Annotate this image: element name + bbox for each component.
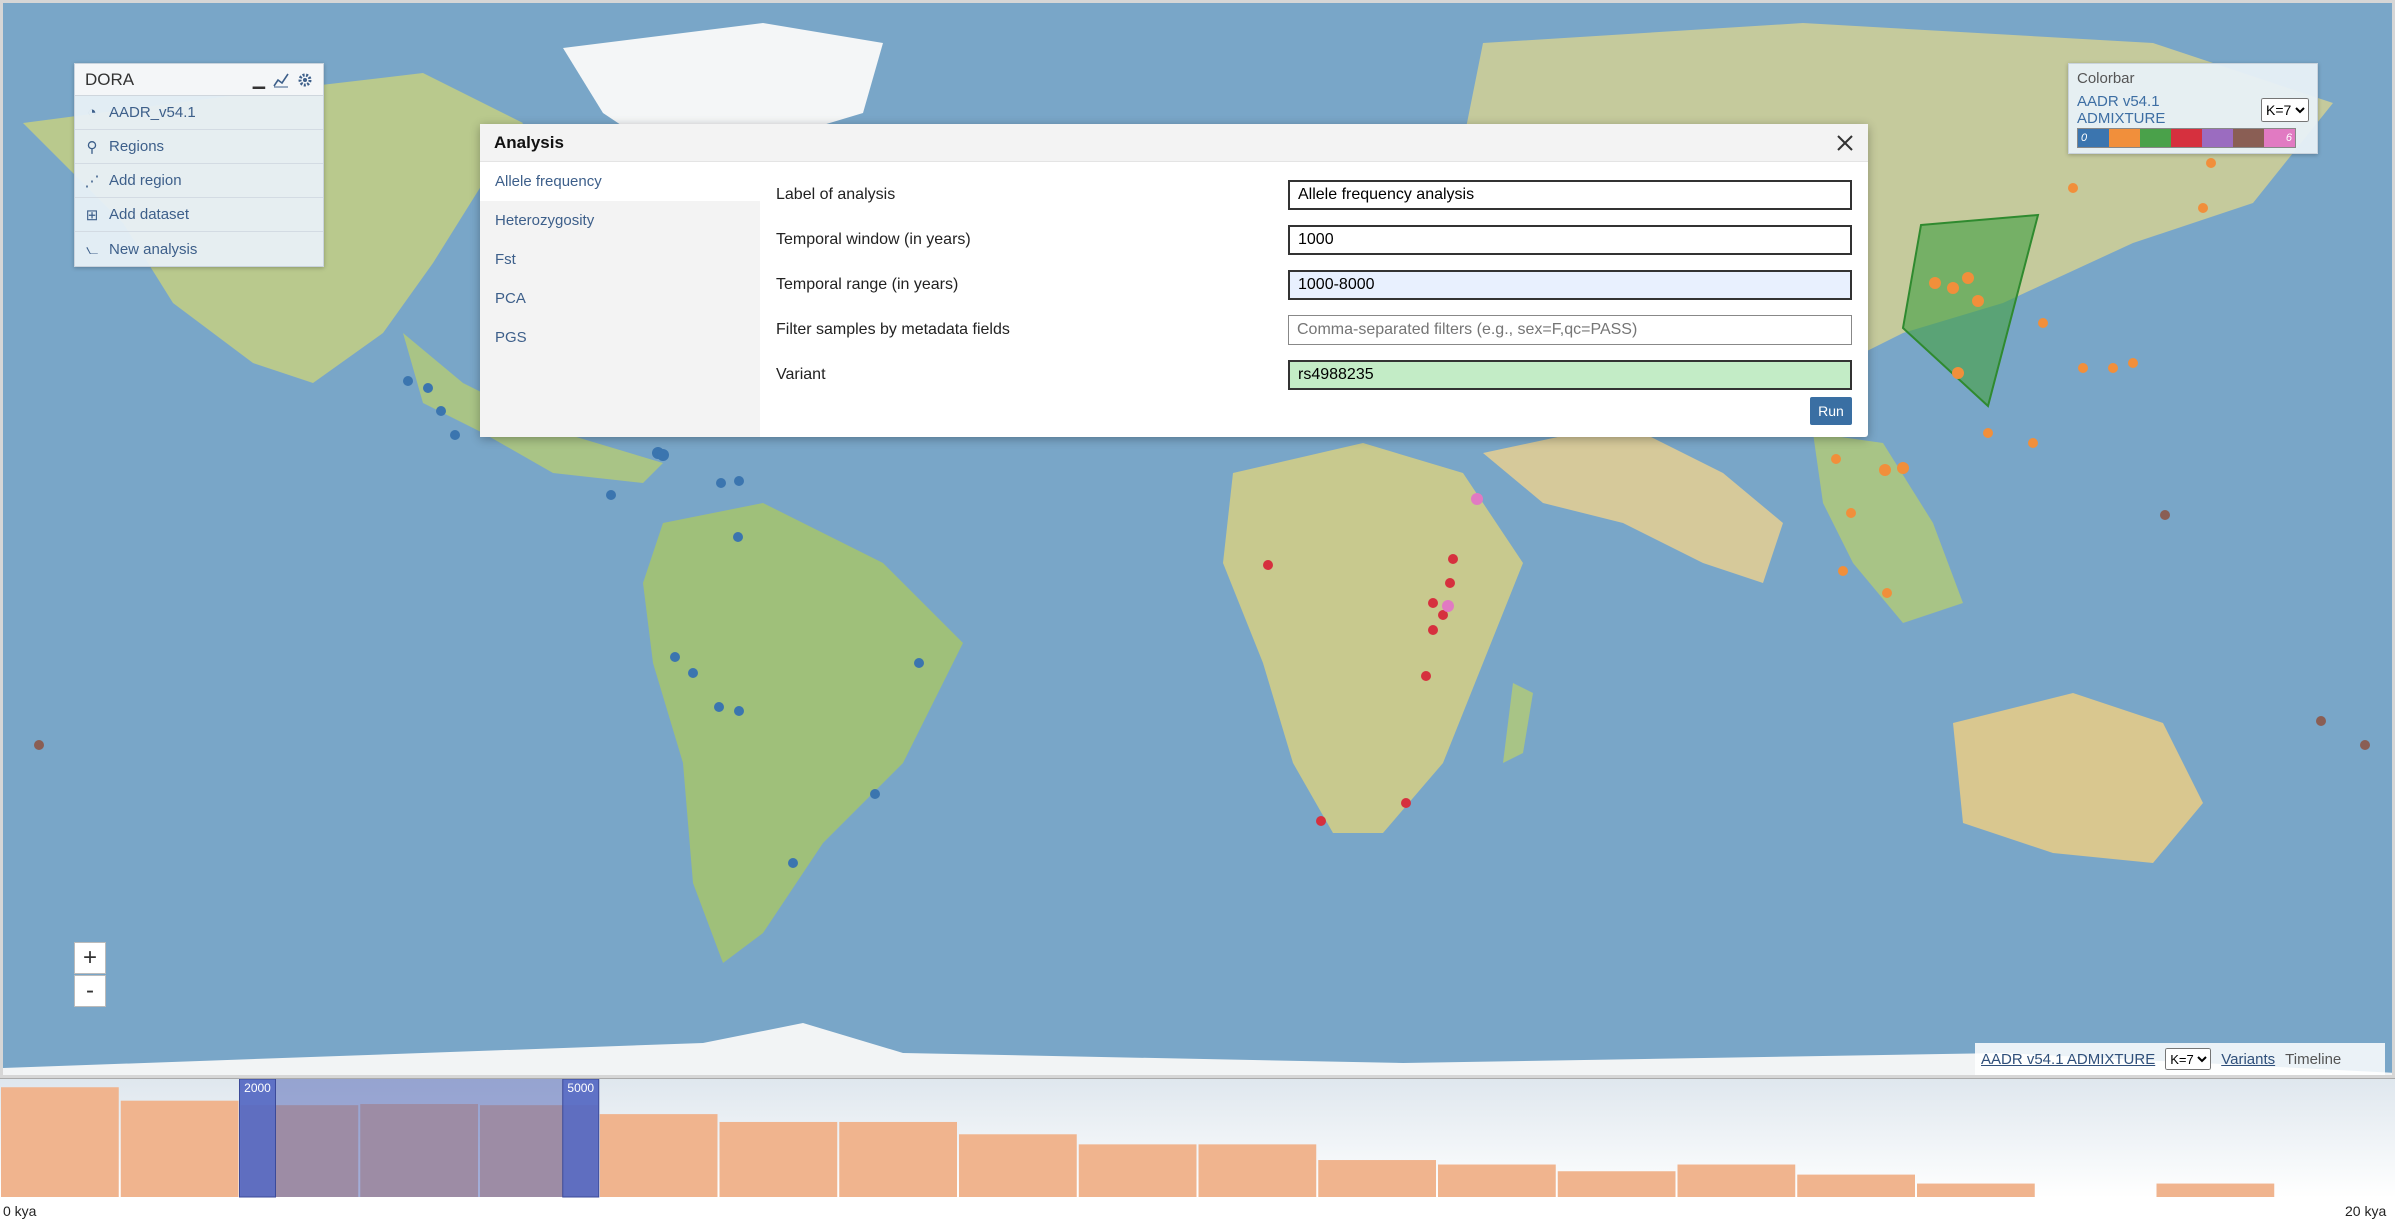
- variant-input[interactable]: [1288, 359, 1852, 390]
- timeline-start-label: 0 kya: [3, 1203, 37, 1219]
- timeline-bar: [1557, 1171, 1676, 1197]
- colorbar-swatch: [2140, 129, 2171, 147]
- dora-item-add-region[interactable]: ⋰ Add region: [75, 164, 323, 198]
- timeline-tab[interactable]: Timeline: [2285, 1051, 2341, 1068]
- timeline-end-label: 20 kya: [2345, 1203, 2387, 1219]
- metadata-filter-input[interactable]: [1288, 314, 1852, 345]
- timeline-brush-start-handle-label: 2000: [244, 1081, 271, 1095]
- label-variant: Variant: [776, 365, 826, 383]
- dora-item-regions[interactable]: ⚲ Regions: [75, 130, 323, 164]
- timeline-bar: [1198, 1144, 1317, 1197]
- timeline-bar: [839, 1121, 957, 1197]
- timeline-brush-end-handle-label: 5000: [567, 1081, 594, 1095]
- tab-fst[interactable]: Fst: [480, 240, 760, 279]
- chart-icon: ⦦: [85, 240, 99, 258]
- timeline-bar: [1078, 1144, 1197, 1197]
- label-temporal-range: Temporal range (in years): [776, 275, 959, 293]
- temporal-range-input[interactable]: [1288, 269, 1852, 300]
- colorbar-swatch: 6: [2264, 129, 2295, 147]
- dora-title: DORA: [85, 69, 135, 89]
- timeline-brush-end-handle[interactable]: [562, 1079, 600, 1198]
- polygon-icon: ⋰: [84, 172, 100, 190]
- colorbar-k-select[interactable]: K=7: [2261, 98, 2309, 122]
- timeline-bar: [1438, 1164, 1556, 1197]
- timeline-bar: [1, 1087, 119, 1197]
- timeline-bar: [120, 1100, 239, 1197]
- run-button[interactable]: Run: [1810, 397, 1852, 425]
- dora-item-label: Regions: [109, 138, 165, 155]
- timeline-brush-start-handle[interactable]: [239, 1079, 276, 1198]
- timeline-bar: [1677, 1164, 1796, 1197]
- plus-square-icon: ⊞: [85, 206, 99, 224]
- chart-icon[interactable]: [273, 72, 289, 88]
- label-metadata-filter: Filter samples by metadata fields: [776, 320, 1010, 338]
- analysis-form: Label of analysis Temporal window (in ye…: [776, 172, 1852, 397]
- dataset-icon: ◔: [87, 104, 97, 121]
- dora-panel: DORA ▁ ◔ AADR_v54.1 ⚲ Regions ⋰ Add regi…: [74, 63, 324, 267]
- dora-item-label: Add region: [109, 172, 182, 189]
- gear-icon[interactable]: [297, 72, 313, 88]
- timeline-bar: [2156, 1183, 2275, 1197]
- colorbar-title: Colorbar: [2077, 70, 2135, 87]
- colorbar-swatch: 0: [2078, 129, 2109, 147]
- tab-heterozygosity[interactable]: Heterozygosity: [480, 201, 760, 240]
- dora-item-add-dataset[interactable]: ⊞ Add dataset: [75, 198, 323, 232]
- colorbar-swatch: [2109, 129, 2140, 147]
- colorbar-swatch: [2202, 129, 2233, 147]
- dora-item-new-analysis[interactable]: ⦦ New analysis: [75, 232, 323, 266]
- close-icon[interactable]: [1836, 134, 1854, 152]
- legend-dataset-link[interactable]: AADR v54.1 ADMIXTURE: [1981, 1051, 2155, 1068]
- analysis-modal: Analysis Allele frequency Heterozygosity…: [480, 124, 1868, 437]
- label-temporal-window: Temporal window (in years): [776, 230, 971, 248]
- tab-allele-frequency[interactable]: Allele frequency: [480, 162, 760, 201]
- colorbar-swatches: 06: [2077, 128, 2296, 148]
- tab-pgs[interactable]: PGS: [480, 318, 760, 357]
- modal-title: Analysis: [494, 132, 564, 152]
- pin-icon: ⚲: [86, 138, 98, 156]
- legend-bar: AADR v54.1 ADMIXTURE K=7 Variants Timeli…: [1975, 1043, 2385, 1075]
- timeline-bar: [599, 1114, 718, 1197]
- analysis-tabs: Allele frequency Heterozygosity Fst PCA …: [480, 162, 760, 437]
- colorbar-swatch: [2233, 129, 2264, 147]
- variants-link[interactable]: Variants: [2221, 1051, 2275, 1068]
- timeline[interactable]: 2000 5000: [0, 1078, 2395, 1198]
- colorbar-panel: Colorbar AADR v54.1 ADMIXTURE K=7 06: [2068, 63, 2318, 154]
- dora-item-dataset[interactable]: ◔ AADR_v54.1: [75, 96, 323, 130]
- timeline-bar: [959, 1134, 1077, 1197]
- timeline-bar: [1797, 1174, 1915, 1197]
- label-analysis-label: Label of analysis: [776, 185, 896, 203]
- dora-item-label: Add dataset: [109, 206, 190, 223]
- timeline-histogram[interactable]: 2000 5000: [0, 1079, 2395, 1199]
- zoom-out-button[interactable]: -: [74, 975, 106, 1007]
- dora-item-label: New analysis: [109, 240, 198, 258]
- timeline-bar: [719, 1121, 838, 1197]
- legend-k-select[interactable]: K=7: [2165, 1048, 2212, 1070]
- colorbar-dataset: AADR v54.1 ADMIXTURE: [2077, 93, 2166, 127]
- minimize-icon[interactable]: ▁: [253, 70, 265, 90]
- timeline-bar: [1917, 1183, 2035, 1197]
- modal-header: Analysis: [480, 124, 1868, 162]
- dora-item-label: AADR_v54.1: [109, 104, 196, 121]
- temporal-window-input[interactable]: [1288, 224, 1852, 255]
- colorbar-swatch: [2171, 129, 2202, 147]
- analysis-label-input[interactable]: [1288, 179, 1852, 210]
- zoom-in-button[interactable]: +: [74, 942, 106, 974]
- timeline-selection[interactable]: [239, 1079, 599, 1197]
- dora-header: DORA ▁: [75, 64, 323, 96]
- timeline-bar: [1318, 1160, 1436, 1197]
- tab-pca[interactable]: PCA: [480, 279, 760, 318]
